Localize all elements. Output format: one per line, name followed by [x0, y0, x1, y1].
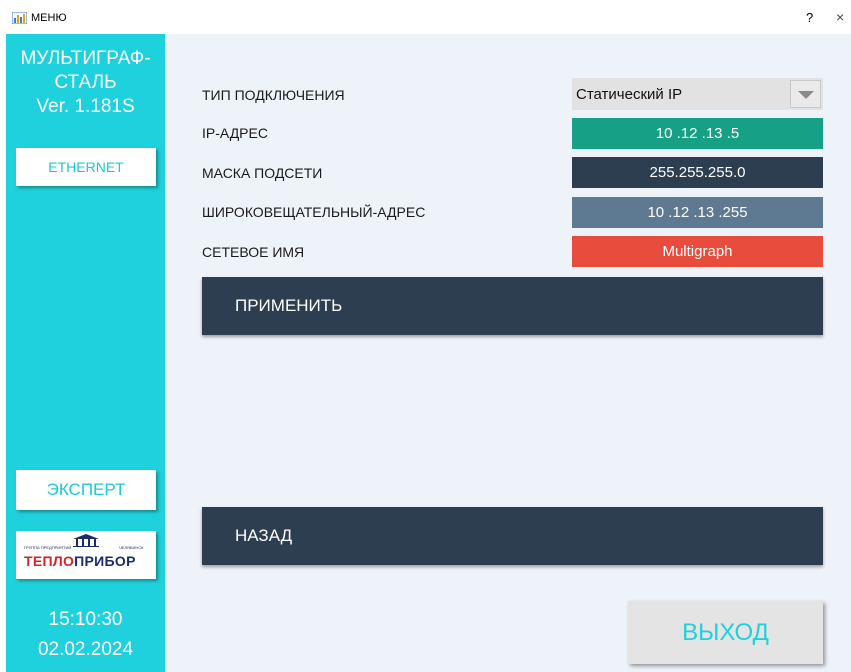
- connection-type-value: Статический IP: [576, 86, 683, 103]
- hostname-label: СЕТЕВОЕ ИМЯ: [202, 244, 305, 260]
- logo-caption-right: ЧЕЛЯБИНСК: [119, 545, 144, 550]
- sidebar: МУЛЬТИГРАФ- СТАЛЬ Ver. 1.181S ETHERNET Э…: [6, 34, 165, 672]
- connection-type-select[interactable]: Статический IP: [572, 78, 823, 110]
- chart-app-icon: [12, 12, 27, 24]
- clock-date: 02.02.2024: [37, 639, 134, 660]
- subnet-mask-field[interactable]: 255.255.255.0: [572, 157, 823, 188]
- back-button[interactable]: НАЗАД: [202, 507, 823, 565]
- back-button-label: НАЗАД: [235, 526, 293, 545]
- teplopribor-logo: ГРУППА ПРЕДПРИЯТИЙ ЧЕЛЯБИНСК ТЕПЛОПРИБОР: [16, 531, 156, 579]
- expert-button[interactable]: ЭКСПЕРТ: [16, 470, 156, 510]
- product-name: МУЛЬТИГРАФ- СТАЛЬ Ver. 1.181S: [6, 47, 165, 119]
- ip-address-label: IP-АДРЕС: [202, 125, 268, 141]
- subnet-mask-label: МАСКА ПОДСЕТИ: [202, 165, 323, 181]
- title-bar: МЕНЮ ? ×: [0, 0, 851, 34]
- ethernet-button[interactable]: ETHERNET: [16, 148, 156, 186]
- help-button[interactable]: ?: [806, 10, 813, 25]
- apply-button-label: ПРИМЕНИТЬ: [235, 296, 343, 315]
- apply-button[interactable]: ПРИМЕНИТЬ: [202, 277, 823, 335]
- logo-wordmark: ТЕПЛОПРИБОР: [24, 553, 136, 569]
- clock: 15:10:30 02.02.2024: [6, 605, 165, 665]
- version-label: Ver. 1.181S: [36, 96, 135, 117]
- clock-time: 15:10:30: [48, 609, 123, 630]
- exit-button[interactable]: ВЫХОД: [628, 601, 823, 664]
- connection-type-label: ТИП ПОДКЛЮЧЕНИЯ: [202, 87, 345, 103]
- broadcast-address-label: ШИРОКОВЕЩАТЕЛЬНЫЙ-АДРЕС: [202, 204, 426, 220]
- logo-word-blue: ПРИБОР: [74, 553, 136, 569]
- product-name-line2: СТАЛЬ: [54, 72, 117, 93]
- window-title: МЕНЮ: [31, 12, 67, 24]
- ip-address-field[interactable]: 10 .12 .13 .5: [572, 118, 823, 149]
- building-icon: [73, 534, 99, 547]
- logo-word-red: ТЕПЛО: [24, 553, 75, 569]
- product-name-line1: МУЛЬТИГРАФ-: [20, 48, 151, 69]
- chevron-down-icon[interactable]: [790, 80, 821, 108]
- close-button[interactable]: ×: [836, 9, 844, 25]
- hostname-field[interactable]: Multigraph: [572, 236, 823, 267]
- logo-caption-left: ГРУППА ПРЕДПРИЯТИЙ: [24, 545, 72, 550]
- main-panel: ТИП ПОДКЛЮЧЕНИЯ Статический IP IP-АДРЕС …: [165, 34, 851, 672]
- broadcast-address-field[interactable]: 10 .12 .13 .255: [572, 197, 823, 228]
